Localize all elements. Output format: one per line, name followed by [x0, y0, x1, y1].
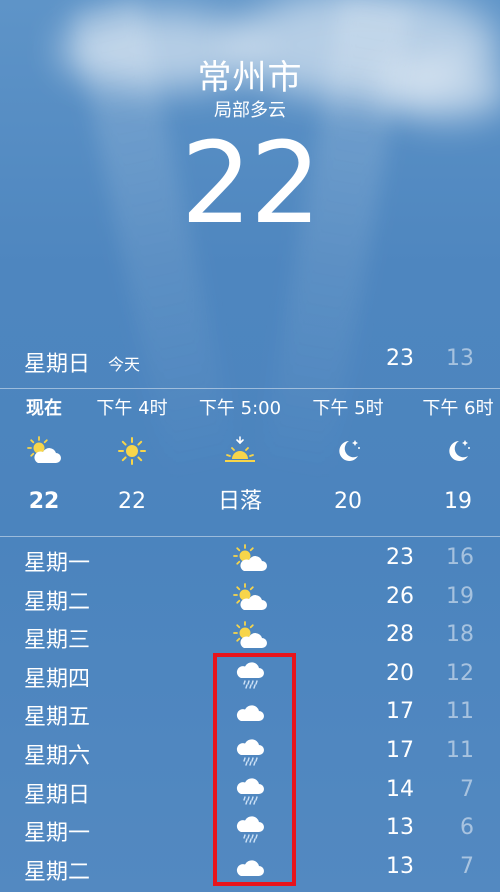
city-name: 常州市 — [197, 58, 303, 98]
partly-cloudy-day-icon — [0, 426, 92, 476]
daily-low: 12 — [446, 660, 474, 686]
daily-day: 星期四 — [24, 666, 91, 692]
hourly-time: 下午 4时 — [96, 398, 168, 419]
hourly-item: 下午 6时 19 — [410, 392, 500, 522]
daily-high: 26 — [386, 583, 414, 609]
daily-high: 17 — [386, 737, 414, 763]
today-label: 今天 — [108, 355, 141, 374]
daily-day: 星期二 — [24, 589, 91, 615]
moon-stars-icon — [410, 426, 500, 476]
hourly-value: 19 — [444, 489, 472, 514]
daily-low: 18 — [446, 622, 474, 648]
hourly-value: 日落 — [217, 489, 262, 514]
hourly-item: 下午 5:00 日落 — [192, 392, 288, 522]
daily-day: 星期五 — [24, 705, 91, 731]
sun-icon — [84, 426, 180, 476]
daily-day: 星期一 — [24, 821, 91, 847]
daily-high: 23 — [386, 545, 414, 570]
daily-low: 19 — [446, 583, 474, 609]
daily-low: 11 — [446, 699, 474, 725]
daily-high: 13 — [386, 815, 414, 841]
daily-high: 13 — [386, 853, 414, 879]
today-low: 13 — [446, 346, 474, 371]
daily-day: 星期日 — [24, 782, 91, 808]
partly-cloudy-day-icon — [232, 542, 268, 576]
daily-high: 14 — [386, 776, 414, 802]
highlight-box — [213, 653, 296, 886]
daily-row: 星期三 28 18 — [0, 617, 500, 656]
hourly-time: 下午 5时 — [312, 398, 384, 419]
daily-low: 6 — [460, 815, 474, 841]
hourly-value: 22 — [28, 489, 60, 514]
sunset-icon — [192, 426, 288, 476]
today-summary-row: 星期日 今天 23 13 — [0, 342, 500, 382]
daily-day: 星期一 — [24, 551, 91, 576]
daily-row: 星期二 26 19 — [0, 579, 500, 618]
daily-low: 7 — [460, 853, 474, 879]
hourly-value: 22 — [118, 489, 146, 514]
daily-row: 星期一 23 16 — [0, 540, 500, 579]
hourly-item: 下午 5时 20 — [300, 392, 396, 522]
divider — [0, 388, 500, 389]
daily-high: 28 — [386, 622, 414, 648]
moon-stars-icon — [300, 426, 396, 476]
daily-day: 星期三 — [24, 628, 91, 654]
partly-cloudy-day-icon — [232, 581, 268, 615]
daily-high: 17 — [386, 699, 414, 725]
hourly-value: 20 — [334, 489, 362, 514]
hourly-item: 现在 22 — [0, 392, 92, 522]
hourly-time: 现在 — [26, 398, 62, 419]
daily-high: 20 — [386, 660, 414, 686]
daily-day: 星期二 — [24, 859, 91, 885]
partly-cloudy-day-icon — [232, 619, 268, 653]
daily-day: 星期六 — [24, 743, 91, 769]
daily-low: 11 — [446, 737, 474, 763]
today-high: 23 — [386, 346, 414, 371]
daily-low: 16 — [446, 545, 474, 570]
current-temperature: 22 — [180, 119, 322, 249]
daily-low: 7 — [460, 776, 474, 802]
hourly-time: 下午 5:00 — [198, 398, 282, 419]
hourly-forecast[interactable]: 现在 22 下午 4时 22 下午 5:00 日落 下午 5时 20 下午 6时… — [0, 392, 500, 534]
today-day: 星期日 — [24, 352, 91, 377]
divider — [0, 536, 500, 537]
hourly-time: 下午 6时 — [422, 398, 494, 419]
hourly-item: 下午 4时 22 — [84, 392, 180, 522]
